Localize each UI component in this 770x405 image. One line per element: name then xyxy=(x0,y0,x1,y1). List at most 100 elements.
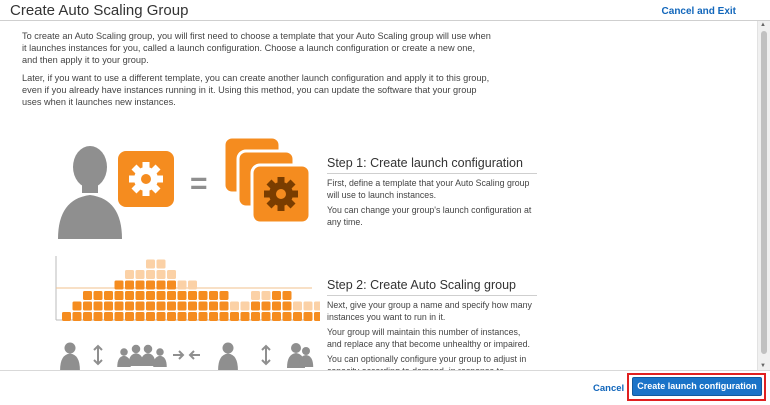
step-2-text-2: Your group will maintain this number of … xyxy=(327,327,530,349)
instance-block xyxy=(230,312,239,321)
instance-block xyxy=(135,291,145,300)
page-header: Create Auto Scaling Group Cancel and Exi… xyxy=(0,0,770,21)
instance-block xyxy=(114,291,124,300)
instance-block xyxy=(261,301,271,311)
instance-block xyxy=(293,312,302,321)
instance-block xyxy=(93,291,103,300)
instance-block xyxy=(261,291,271,300)
instance-block xyxy=(188,312,197,321)
instance-block xyxy=(135,301,145,311)
launch-configuration-illustration: = xyxy=(58,135,312,239)
instance-block xyxy=(177,301,187,311)
instance-block xyxy=(251,312,260,321)
step-2-text-1: Next, give your group a name and specify… xyxy=(327,300,532,322)
instance-block xyxy=(177,280,187,290)
gear-icon xyxy=(118,151,174,207)
instance-block xyxy=(282,291,292,300)
instance-block xyxy=(230,301,239,311)
scrollbar-thumb[interactable] xyxy=(761,31,767,354)
instance-block xyxy=(219,312,229,321)
instance-block xyxy=(146,291,155,300)
create-launch-configuration-button[interactable]: Create launch configuration xyxy=(632,377,762,396)
instance-block xyxy=(114,301,124,311)
instance-block xyxy=(135,270,145,279)
instance-block xyxy=(314,301,320,311)
instance-block xyxy=(146,259,155,269)
instance-block xyxy=(177,291,187,300)
instance-block xyxy=(251,301,260,311)
intro-paragraph-2: Later, if you want to use a different te… xyxy=(22,73,490,107)
instance-block xyxy=(125,270,134,279)
instance-block xyxy=(314,312,320,321)
instance-block xyxy=(167,280,176,290)
instance-block xyxy=(282,312,292,321)
instance-block xyxy=(104,291,113,300)
instance-block xyxy=(188,301,197,311)
vertical-scrollbar[interactable]: ▲ ▼ xyxy=(757,21,770,370)
instance-block xyxy=(146,270,155,279)
instance-block xyxy=(188,291,197,300)
equals-sign: = xyxy=(190,167,208,200)
instance-block xyxy=(83,301,92,311)
instance-block xyxy=(135,312,145,321)
instance-block xyxy=(167,270,176,279)
instance-block xyxy=(272,312,281,321)
cancel-and-exit-link[interactable]: Cancel and Exit xyxy=(662,6,736,17)
instance-block xyxy=(303,301,313,311)
instance-block xyxy=(125,301,134,311)
step-1-section: Step 1: Create launch configuration Firs… xyxy=(327,156,537,232)
instance-block xyxy=(167,301,176,311)
instance-block xyxy=(104,301,113,311)
instance-block xyxy=(156,259,166,269)
instance-block xyxy=(219,291,229,300)
instance-block xyxy=(156,301,166,311)
instance-block xyxy=(93,312,103,321)
scroll-up-arrow-icon[interactable]: ▲ xyxy=(760,22,766,28)
instance-block xyxy=(240,301,250,311)
instance-block xyxy=(83,291,92,300)
step-2-section: Step 2: Create Auto Scaling group Next, … xyxy=(327,278,537,370)
instance-block xyxy=(293,301,302,311)
instance-block xyxy=(93,301,103,311)
instance-block xyxy=(156,280,166,290)
instance-block xyxy=(167,291,176,300)
intro-paragraph-1: To create an Auto Scaling group, you wil… xyxy=(22,31,491,65)
step-1-title: Step 1: Create launch configuration xyxy=(327,156,537,174)
instance-block xyxy=(125,312,134,321)
instance-block xyxy=(62,312,71,321)
scroll-down-arrow-icon[interactable]: ▼ xyxy=(760,363,766,369)
instance-block xyxy=(240,312,250,321)
step-1-description: First, define a template that your Auto … xyxy=(327,178,537,228)
user-silhouette-icon xyxy=(58,146,122,239)
instance-block xyxy=(177,312,187,321)
instance-block xyxy=(72,301,82,311)
page-title: Create Auto Scaling Group xyxy=(10,2,189,19)
instance-block xyxy=(125,280,134,290)
instance-block xyxy=(198,291,208,300)
instance-block xyxy=(272,291,281,300)
instance-block xyxy=(72,312,82,321)
intro-text: To create an Auto Scaling group, you wil… xyxy=(22,30,492,114)
instance-block xyxy=(125,291,134,300)
instance-block xyxy=(261,312,271,321)
instance-block xyxy=(219,301,229,311)
instance-block xyxy=(188,280,197,290)
step-1-text-2: You can change your group's launch confi… xyxy=(327,205,532,227)
auto-scaling-group-illustration xyxy=(55,256,320,370)
wizard-footer: Cancel Create launch configuration xyxy=(0,370,770,405)
instance-block xyxy=(83,312,92,321)
instance-block xyxy=(156,270,166,279)
instance-block xyxy=(272,301,281,311)
step-2-text-3: You can optionally configure your group … xyxy=(327,354,527,370)
instance-block xyxy=(156,291,166,300)
instance-block xyxy=(209,312,218,321)
instance-block xyxy=(251,291,260,300)
stacked-gears-icon xyxy=(222,135,312,225)
cancel-link[interactable]: Cancel xyxy=(593,383,624,394)
instance-block xyxy=(167,312,176,321)
instance-block xyxy=(146,301,155,311)
instance-block xyxy=(146,312,155,321)
instance-block xyxy=(104,312,113,321)
instance-block xyxy=(156,312,166,321)
wizard-content: To create an Auto Scaling group, you wil… xyxy=(0,21,756,370)
